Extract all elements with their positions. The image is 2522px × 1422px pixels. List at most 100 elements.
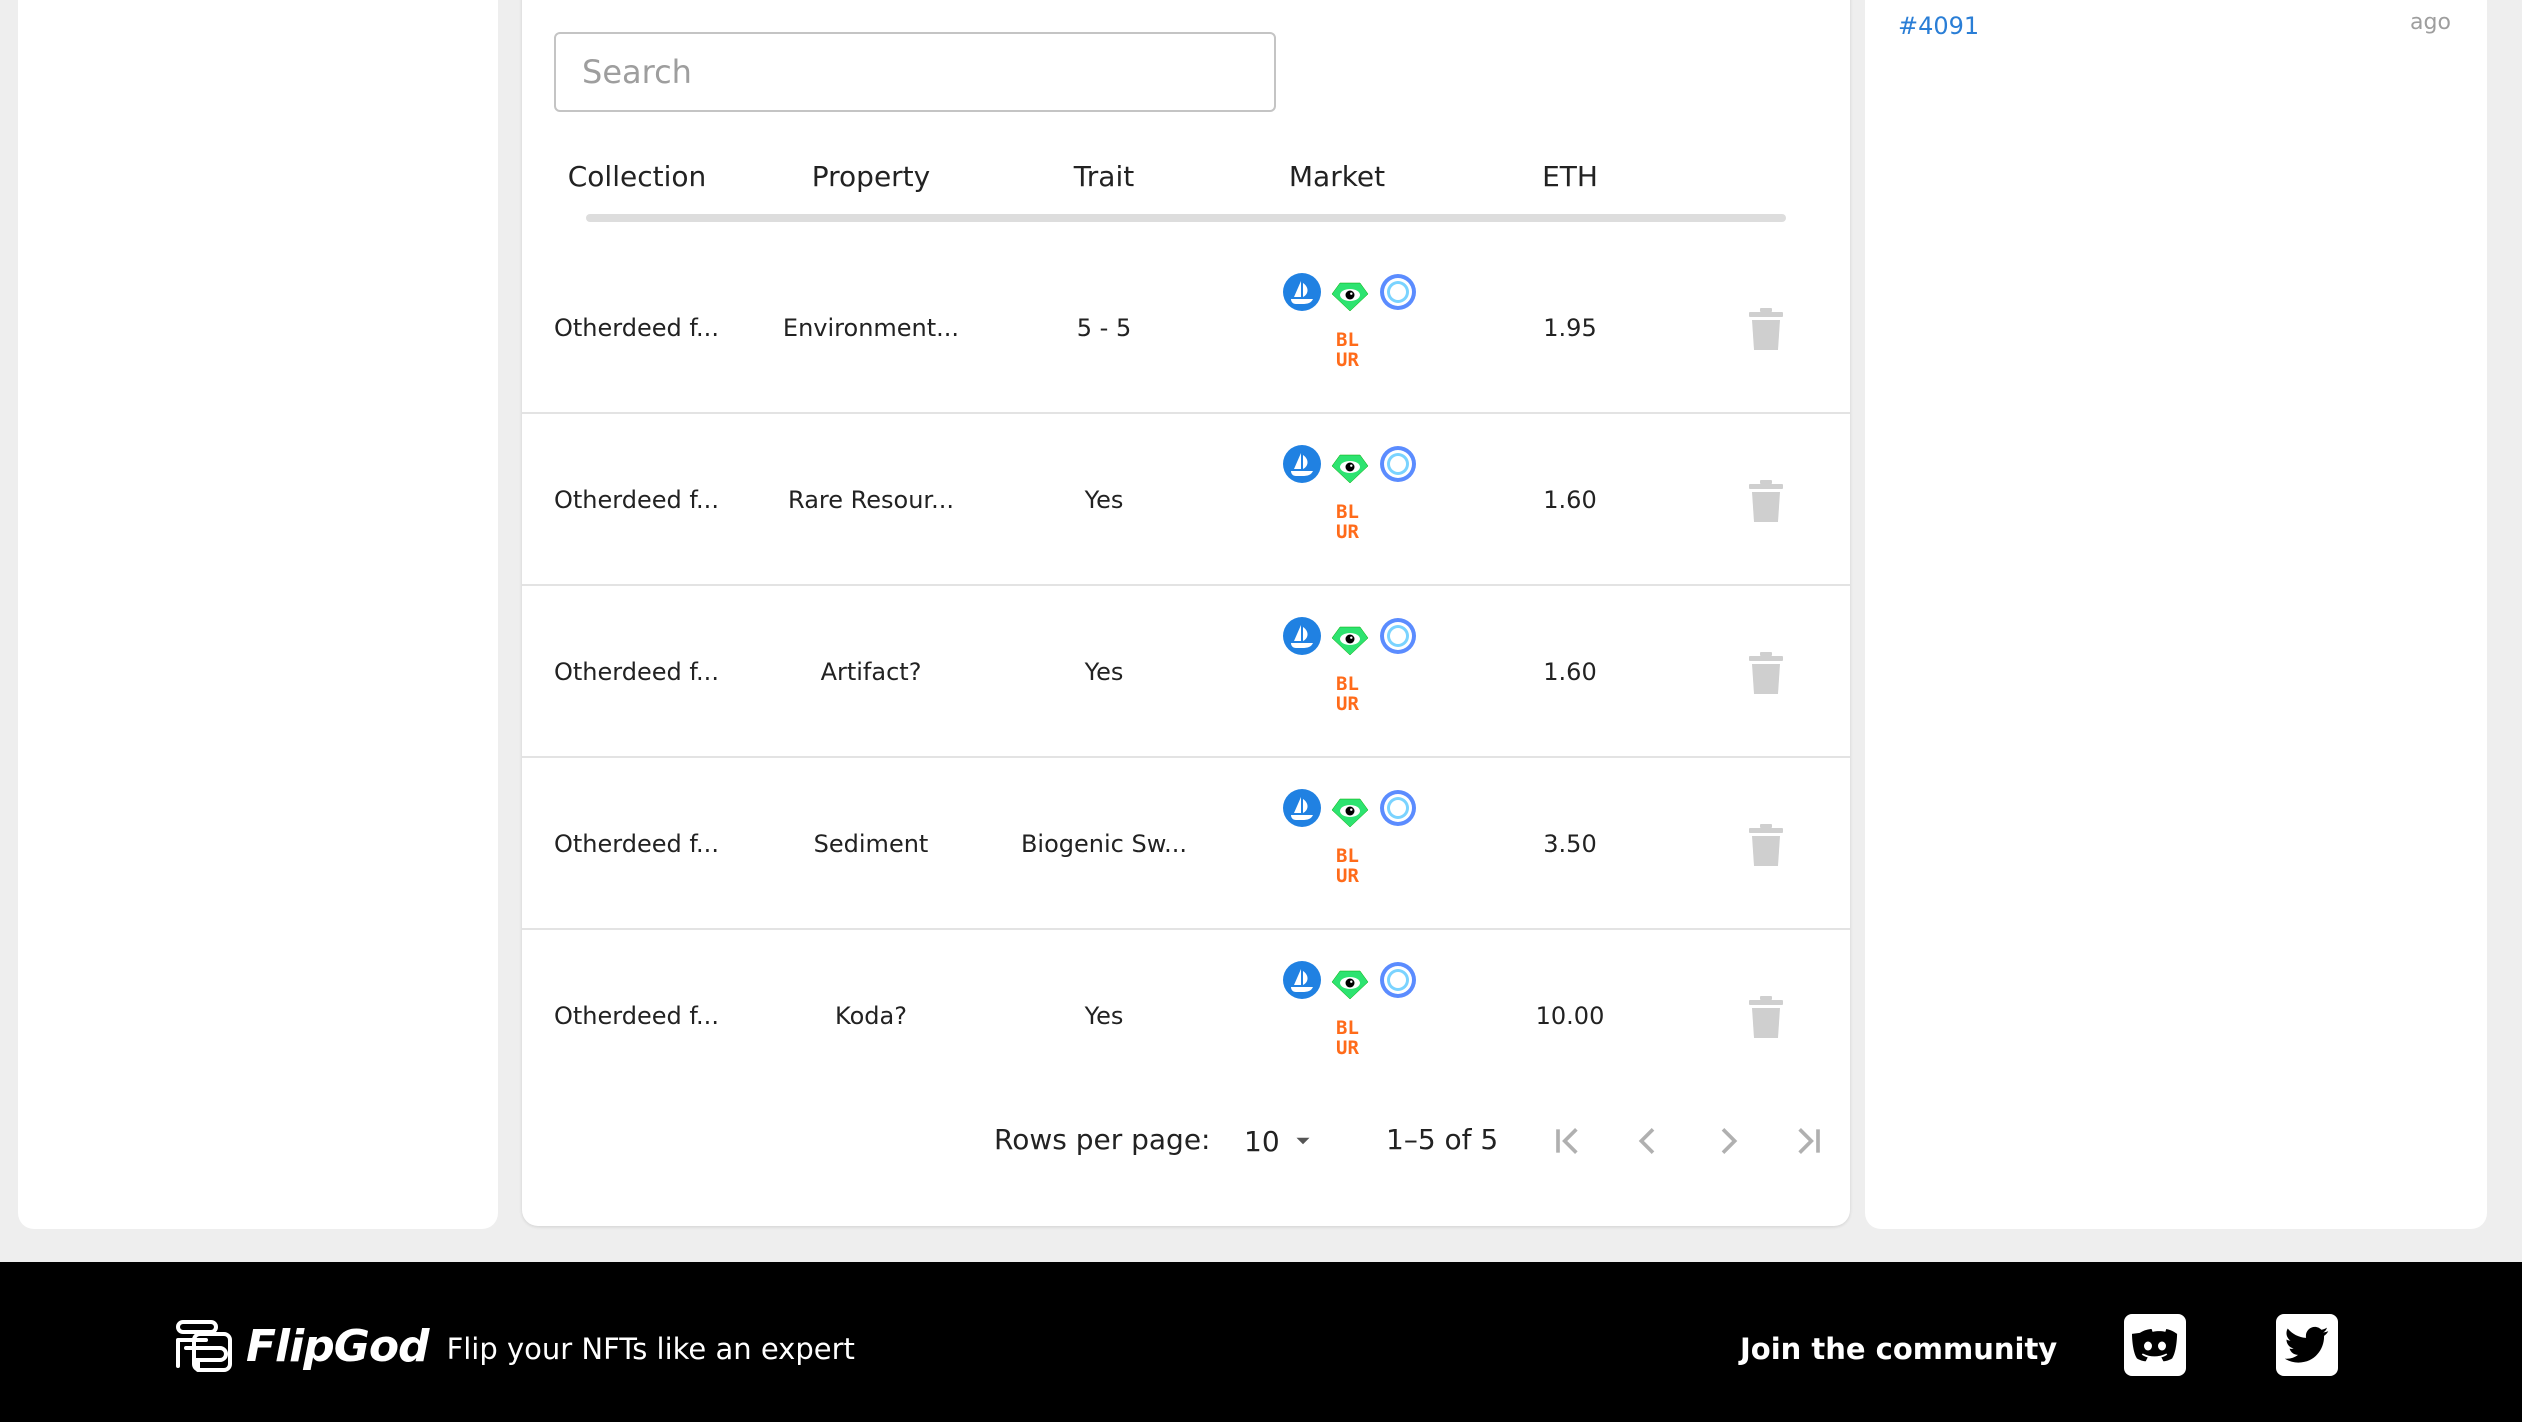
svg-text:UR: UR <box>1336 1037 1359 1056</box>
trash-icon <box>1749 996 1783 1038</box>
rows-per-page-select[interactable]: 10 <box>1244 1119 1324 1163</box>
trait-cell: Yes <box>1084 658 1124 686</box>
collection-cell: Otherdeed f... <box>554 1002 719 1030</box>
blur-icon[interactable]: BL UR <box>1334 328 1374 368</box>
market-icons: BL UR <box>1266 788 1416 898</box>
column-header-eth[interactable]: ETH <box>1450 160 1690 193</box>
svg-text:BL: BL <box>1336 329 1359 351</box>
collection-cell: Otherdeed f... <box>554 830 719 858</box>
svg-text:BL: BL <box>1336 501 1359 523</box>
x2y2-icon[interactable] <box>1378 960 1418 1000</box>
svg-text:BL: BL <box>1336 845 1359 867</box>
x2y2-icon[interactable] <box>1378 272 1418 312</box>
right-activity-panel: #4091 ago <box>1865 0 2487 1229</box>
delete-trash-icon[interactable] <box>1748 308 1784 350</box>
join-community-label: Join the community <box>1740 1332 2058 1366</box>
delete-trash-icon[interactable] <box>1748 480 1784 522</box>
eth-price-cell: 1.60 <box>1543 486 1597 514</box>
property-cell: Rare Resour... <box>788 486 954 514</box>
looksrare-icon[interactable] <box>1330 964 1370 1004</box>
property-cell: Artifact? <box>820 658 922 686</box>
svg-text:UR: UR <box>1336 521 1359 540</box>
property-cell: Environment... <box>782 314 960 342</box>
x2y2-icon[interactable] <box>1378 616 1418 656</box>
column-header-market[interactable]: Market <box>1217 160 1457 193</box>
property-cell: Sediment <box>813 830 929 858</box>
blur-icon[interactable]: BL UR <box>1334 844 1374 884</box>
opensea-icon[interactable] <box>1282 788 1322 828</box>
brand-tagline: Flip your NFTs like an expert <box>446 1332 855 1366</box>
opensea-icon[interactable] <box>1282 272 1322 312</box>
next-page-icon[interactable] <box>1708 1121 1748 1161</box>
trait-cell: Yes <box>1084 1002 1124 1030</box>
trash-icon <box>1749 652 1783 694</box>
collection-cell: Otherdeed f... <box>554 658 719 686</box>
trait-cell: Yes <box>1084 486 1124 514</box>
trash-icon <box>1749 308 1783 350</box>
opensea-icon[interactable] <box>1282 616 1322 656</box>
market-icons: BL UR <box>1266 272 1416 382</box>
looksrare-icon[interactable] <box>1330 620 1370 660</box>
header-divider <box>586 214 1786 222</box>
column-header-trait[interactable]: Trait <box>984 160 1224 193</box>
twitter-link[interactable] <box>2276 1314 2338 1376</box>
looksrare-icon[interactable] <box>1330 792 1370 832</box>
watchlist-table-panel: Search Collection Property Trait Market … <box>522 0 1850 1226</box>
svg-text:UR: UR <box>1336 349 1359 368</box>
caret-down-icon <box>1296 1137 1310 1145</box>
opensea-icon[interactable] <box>1282 444 1322 484</box>
previous-page-icon[interactable] <box>1628 1121 1668 1161</box>
trash-icon <box>1749 480 1783 522</box>
column-header-collection[interactable]: Collection <box>517 160 757 193</box>
left-sidebar-panel <box>18 0 498 1229</box>
svg-text:UR: UR <box>1336 865 1359 884</box>
looksrare-icon[interactable] <box>1330 448 1370 488</box>
pagination-range: 1–5 of 5 <box>1386 1123 1499 1156</box>
eth-price-cell: 3.50 <box>1543 830 1597 858</box>
svg-text:BL: BL <box>1336 673 1359 695</box>
delete-trash-icon[interactable] <box>1748 824 1784 866</box>
market-icons: BL UR <box>1266 444 1416 554</box>
blur-icon[interactable]: BL UR <box>1334 500 1374 540</box>
discord-link[interactable] <box>2124 1314 2186 1376</box>
collection-cell: Otherdeed f... <box>554 486 719 514</box>
discord-icon <box>2132 1328 2178 1362</box>
market-icons: BL UR <box>1266 616 1416 726</box>
svg-text:UR: UR <box>1336 693 1359 712</box>
looksrare-icon[interactable] <box>1330 276 1370 316</box>
table-row: Otherdeed f... Artifact? Yes BL UR 1.60 <box>522 586 1850 758</box>
x2y2-icon[interactable] <box>1378 444 1418 484</box>
x2y2-icon[interactable] <box>1378 788 1418 828</box>
eth-price-cell: 1.95 <box>1543 314 1597 342</box>
twitter-icon <box>2285 1326 2329 1363</box>
delete-trash-icon[interactable] <box>1748 652 1784 694</box>
table-row: Otherdeed f... Koda? Yes BL UR 10.00 <box>522 930 1850 1102</box>
collection-cell: Otherdeed f... <box>554 314 719 342</box>
delete-trash-icon[interactable] <box>1748 996 1784 1038</box>
trait-cell: Biogenic Sw... <box>1020 830 1188 858</box>
site-footer: FlipGod Flip your NFTs like an expert Jo… <box>0 1262 2522 1422</box>
trait-cell: 5 - 5 <box>1076 314 1132 342</box>
last-page-icon[interactable] <box>1788 1121 1828 1161</box>
first-page-icon[interactable] <box>1548 1121 1588 1161</box>
eth-price-cell: 10.00 <box>1535 1002 1605 1030</box>
property-cell: Koda? <box>835 1002 907 1030</box>
brand[interactable]: FlipGod Flip your NFTs like an expert <box>174 1318 855 1374</box>
order-id-link[interactable]: #4091 <box>1898 12 1979 40</box>
eth-price-cell: 1.60 <box>1543 658 1597 686</box>
brand-name: FlipGod <box>246 1320 430 1372</box>
svg-text:BL: BL <box>1336 1017 1359 1039</box>
opensea-icon[interactable] <box>1282 960 1322 1000</box>
rows-per-page-value: 10 <box>1244 1124 1280 1158</box>
rows-per-page-label: Rows per page: <box>994 1123 1211 1156</box>
trash-icon <box>1749 824 1783 866</box>
blur-icon[interactable]: BL UR <box>1334 672 1374 712</box>
column-header-property[interactable]: Property <box>751 160 991 193</box>
search-input[interactable]: Search <box>554 32 1276 112</box>
blur-icon[interactable]: BL UR <box>1334 1016 1374 1056</box>
flipgod-logo-icon <box>176 1320 232 1372</box>
table-pagination: Rows per page: 10 1–5 of 5 <box>522 1113 1850 1169</box>
table-row: Otherdeed f... Sediment Biogenic Sw... B… <box>522 758 1850 930</box>
market-icons: BL UR <box>1266 960 1416 1070</box>
search-placeholder: Search <box>582 53 692 91</box>
